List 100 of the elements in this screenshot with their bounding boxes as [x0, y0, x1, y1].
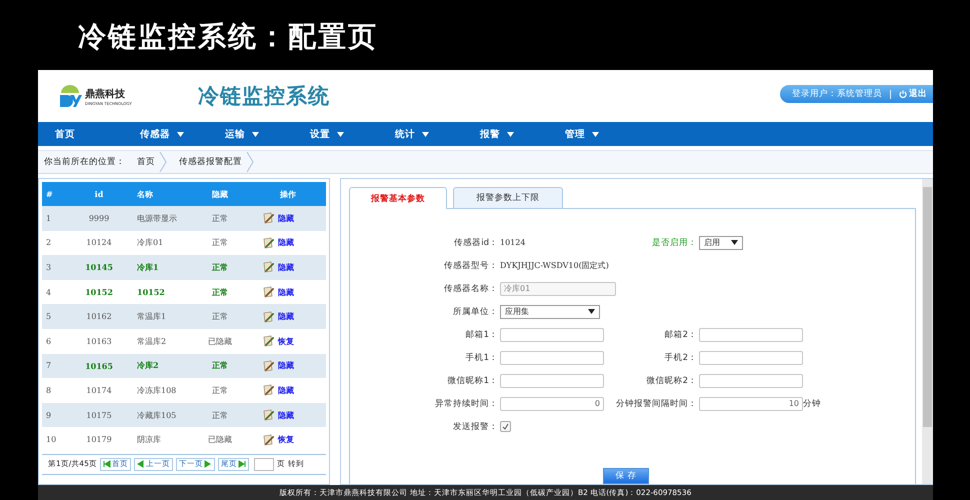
caret-icon: [588, 309, 595, 314]
table-cell: 正常: [190, 304, 250, 329]
table-cell: 9999: [69, 206, 129, 231]
table-cell: 已隐藏: [190, 328, 250, 354]
action-link[interactable]: 隐藏: [278, 410, 294, 421]
input-field[interactable]: [699, 328, 803, 342]
action-link[interactable]: 恢复: [278, 336, 294, 347]
scrollbar[interactable]: [922, 179, 933, 484]
edit-icon: [263, 286, 275, 298]
caret-icon: [177, 132, 184, 136]
enabled-select[interactable]: 启用: [699, 236, 743, 250]
table-cell: 2: [42, 230, 69, 256]
prev-arrow-icon: [136, 460, 145, 468]
table-cell: 10163: [69, 328, 129, 354]
table-cell: 10175: [69, 402, 129, 428]
table-cell: 4: [42, 280, 69, 304]
table-cell: 10152: [129, 280, 190, 304]
table-cell: 正常: [190, 230, 250, 256]
column-header: #: [42, 182, 69, 206]
edit-icon: [263, 384, 275, 396]
table-cell-text: 阴凉库: [136, 434, 162, 446]
input-field[interactable]: [699, 374, 803, 388]
nav-item[interactable]: 统计: [378, 122, 463, 146]
table-cell: 10174: [69, 378, 129, 403]
edit-icon: [263, 335, 275, 348]
caret-icon: [252, 132, 259, 136]
caret-icon: [731, 240, 738, 245]
table-cell: 正常: [190, 378, 250, 403]
table-cell: 7: [42, 354, 69, 378]
table-cell: 正常: [190, 255, 250, 280]
first-arrow-icon: [102, 460, 111, 468]
table-cell: 冷库1: [129, 255, 190, 280]
caret-icon: [592, 132, 599, 136]
action-link[interactable]: 隐藏: [278, 237, 294, 248]
edit-icon: [263, 409, 275, 422]
field-label: 传感器名称：: [443, 282, 499, 294]
field-label: 分钟报警间隔时间：: [615, 398, 698, 410]
edit-icon: [263, 212, 275, 224]
column-header: 操作: [250, 182, 326, 206]
table-cell-text: 已隐藏: [207, 434, 233, 446]
nav-item[interactable]: 传感器: [123, 122, 208, 146]
table-cell: 10162: [69, 304, 129, 329]
unit-label: 分钟: [803, 398, 822, 410]
table-cell: 10152: [69, 280, 129, 304]
send-alarm-checkbox[interactable]: [500, 421, 511, 432]
input-field[interactable]: [500, 328, 604, 342]
action-link[interactable]: 隐藏: [278, 262, 294, 273]
user-label: 登录用户：系统管理员: [792, 88, 882, 100]
field-label: 传感器型号：: [443, 260, 499, 272]
power-icon: [899, 90, 907, 98]
table-cell: 电源带显示: [129, 206, 190, 231]
action-link[interactable]: 恢复: [278, 434, 294, 446]
caret-icon: [422, 132, 429, 136]
action-link[interactable]: 隐藏: [278, 212, 294, 224]
field-label: 异常持续时间：: [434, 398, 499, 410]
logo-name: 鼎燕科技: [85, 88, 126, 100]
interval-field[interactable]: 10: [699, 396, 803, 410]
table-cell: 8: [42, 378, 69, 403]
tab[interactable]: 报警基本参数: [349, 187, 447, 209]
nav-item[interactable]: 首页: [38, 122, 123, 146]
table-cell: 10124: [69, 230, 129, 256]
table-cell-text: 10179: [85, 434, 113, 446]
unit-select[interactable]: 应用集: [500, 304, 600, 318]
page-input[interactable]: [254, 458, 274, 471]
logo-icon: [58, 85, 82, 107]
last-arrow-icon: [238, 460, 246, 468]
action-link[interactable]: 隐藏: [278, 286, 294, 298]
input-field[interactable]: [699, 350, 803, 364]
table-cell: 正常: [190, 280, 250, 304]
breadcrumb-item[interactable]: 首页: [125, 156, 159, 168]
field-label: 所属单位：: [452, 306, 499, 318]
field-label: 手机2：: [664, 352, 698, 364]
table-cell: 常温库2: [129, 328, 190, 354]
field-value: DYKJHJJC-WSDV10(固定式): [500, 260, 610, 271]
tab[interactable]: 报警参数上下限: [453, 187, 563, 208]
action-link[interactable]: 隐藏: [278, 311, 294, 322]
edit-icon: [263, 310, 275, 323]
edit-icon: [263, 236, 275, 249]
field-label: 手机1：: [464, 352, 499, 364]
input-field[interactable]: [500, 374, 604, 388]
duration-field[interactable]: 0: [500, 396, 604, 410]
table-cell: 正常: [190, 354, 250, 378]
nav-item[interactable]: 设置: [293, 122, 378, 146]
action-link[interactable]: 隐藏: [278, 384, 294, 396]
nav-item[interactable]: 运输: [208, 122, 293, 146]
table-cell: 冷库01: [129, 230, 190, 256]
nav-item[interactable]: 管理: [548, 122, 633, 146]
table-cell: 正常: [190, 206, 250, 231]
table-cell: 常温库1: [129, 304, 190, 329]
input-field[interactable]: [500, 350, 604, 364]
nav-item[interactable]: 报警: [463, 122, 548, 146]
breadcrumb-item[interactable]: 传感器报警配置: [167, 156, 246, 168]
edit-icon: [263, 261, 275, 274]
field-label: 是否启用：: [651, 236, 698, 248]
field-label: 发送报警：: [452, 420, 499, 432]
save-button[interactable]: 保 存: [603, 468, 649, 484]
field-label: 邮箱2：: [664, 328, 698, 340]
action-link[interactable]: 隐藏: [278, 360, 294, 372]
table-cell: 6: [42, 328, 69, 354]
column-header: id: [69, 182, 129, 206]
